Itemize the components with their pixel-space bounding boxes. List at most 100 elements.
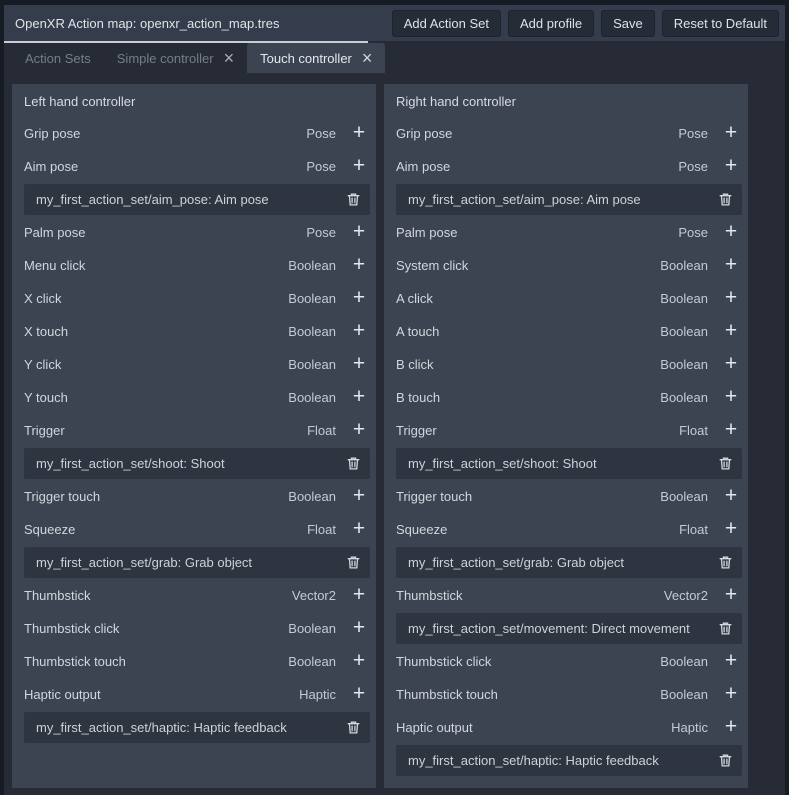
input-label: Squeeze	[384, 522, 679, 537]
tab-simple-controller[interactable]: Simple controller ×	[104, 43, 247, 73]
input-type: Boolean	[660, 390, 708, 405]
reset-to-default-button[interactable]: Reset to Default	[662, 10, 779, 37]
input-row: Thumbstick Vector2 +	[384, 579, 748, 612]
panel-title: Left hand controller	[12, 86, 376, 117]
add-binding-button[interactable]: +	[342, 579, 376, 612]
delete-binding-button[interactable]	[336, 184, 370, 215]
openxr-action-map-editor: OpenXR Action map: openxr_action_map.tre…	[0, 0, 789, 795]
input-row: Thumbstick click Boolean +	[384, 645, 748, 678]
delete-binding-button[interactable]	[708, 745, 742, 776]
add-binding-button[interactable]: +	[714, 249, 748, 282]
close-icon[interactable]: ×	[362, 49, 373, 67]
binding-label: my_first_action_set/grab: Grab object	[396, 555, 708, 570]
input-label: Trigger touch	[12, 489, 288, 504]
add-binding-button[interactable]: +	[342, 249, 376, 282]
delete-binding-button[interactable]	[708, 613, 742, 644]
plus-icon: +	[725, 155, 737, 176]
binding-row: my_first_action_set/aim_pose: Aim pose	[24, 184, 370, 215]
add-profile-button[interactable]: Add profile	[508, 10, 594, 37]
binding-row: my_first_action_set/aim_pose: Aim pose	[396, 184, 742, 215]
input-row: Aim pose Pose +	[384, 150, 748, 183]
input-type: Boolean	[660, 324, 708, 339]
window-title: OpenXR Action map: openxr_action_map.tre…	[15, 16, 392, 31]
delete-binding-button[interactable]	[336, 712, 370, 743]
add-binding-button[interactable]: +	[342, 480, 376, 513]
add-binding-button[interactable]: +	[714, 711, 748, 744]
close-icon[interactable]: ×	[224, 49, 235, 67]
add-binding-button[interactable]: +	[714, 348, 748, 381]
input-row: Trigger touch Boolean +	[12, 480, 376, 513]
input-row: A touch Boolean +	[384, 315, 748, 348]
add-binding-button[interactable]: +	[342, 645, 376, 678]
plus-icon: +	[725, 518, 737, 539]
plus-icon: +	[353, 650, 365, 671]
plus-icon: +	[725, 221, 737, 242]
binding-row: my_first_action_set/shoot: Shoot	[396, 448, 742, 479]
input-label: Y touch	[12, 390, 288, 405]
plus-icon: +	[353, 287, 365, 308]
plus-icon: +	[353, 518, 365, 539]
input-row: Trigger touch Boolean +	[384, 480, 748, 513]
delete-binding-button[interactable]	[336, 448, 370, 479]
add-binding-button[interactable]: +	[714, 117, 748, 150]
input-row: Y click Boolean +	[12, 348, 376, 381]
binding-label: my_first_action_set/haptic: Haptic feedb…	[24, 720, 336, 735]
input-row: Aim pose Pose +	[12, 150, 376, 183]
input-type: Boolean	[288, 489, 336, 504]
add-binding-button[interactable]: +	[342, 282, 376, 315]
add-binding-button[interactable]: +	[342, 348, 376, 381]
tab-action-sets[interactable]: Action Sets	[12, 43, 104, 73]
plus-icon: +	[725, 683, 737, 704]
input-label: B click	[384, 357, 660, 372]
plus-icon: +	[725, 122, 737, 143]
input-label: System click	[384, 258, 660, 273]
trash-icon	[718, 555, 733, 570]
add-binding-button[interactable]: +	[714, 216, 748, 249]
tab-touch-controller[interactable]: Touch controller ×	[247, 43, 385, 73]
add-binding-button[interactable]: +	[342, 381, 376, 414]
add-binding-button[interactable]: +	[342, 513, 376, 546]
input-row: Squeeze Float +	[12, 513, 376, 546]
add-binding-button[interactable]: +	[714, 579, 748, 612]
plus-icon: +	[353, 122, 365, 143]
delete-binding-button[interactable]	[708, 547, 742, 578]
add-binding-button[interactable]: +	[714, 414, 748, 447]
input-row: X touch Boolean +	[12, 315, 376, 348]
add-binding-button[interactable]: +	[714, 150, 748, 183]
input-row: Thumbstick touch Boolean +	[12, 645, 376, 678]
add-binding-button[interactable]: +	[342, 216, 376, 249]
add-binding-button[interactable]: +	[714, 282, 748, 315]
input-type: Boolean	[660, 687, 708, 702]
add-binding-button[interactable]: +	[342, 150, 376, 183]
add-binding-button[interactable]: +	[714, 645, 748, 678]
input-label: Aim pose	[12, 159, 306, 174]
binding-label: my_first_action_set/grab: Grab object	[24, 555, 336, 570]
delete-binding-button[interactable]	[708, 448, 742, 479]
input-label: A touch	[384, 324, 660, 339]
add-binding-button[interactable]: +	[714, 513, 748, 546]
add-binding-button[interactable]: +	[342, 414, 376, 447]
plus-icon: +	[725, 386, 737, 407]
delete-binding-button[interactable]	[336, 547, 370, 578]
input-type: Boolean	[288, 258, 336, 273]
input-row: Thumbstick Vector2 +	[12, 579, 376, 612]
add-binding-button[interactable]: +	[714, 381, 748, 414]
add-binding-button[interactable]: +	[714, 480, 748, 513]
tab-bar: Action Sets Simple controller × Touch co…	[4, 43, 785, 73]
input-row: Haptic output Haptic +	[384, 711, 748, 744]
save-button[interactable]: Save	[601, 10, 655, 37]
add-binding-button[interactable]: +	[342, 315, 376, 348]
input-type: Vector2	[292, 588, 336, 603]
add-action-set-button[interactable]: Add Action Set	[392, 10, 501, 37]
add-binding-button[interactable]: +	[342, 117, 376, 150]
input-label: Aim pose	[384, 159, 678, 174]
delete-binding-button[interactable]	[708, 184, 742, 215]
input-type: Float	[679, 423, 708, 438]
input-type: Boolean	[288, 654, 336, 669]
add-binding-button[interactable]: +	[714, 678, 748, 711]
add-binding-button[interactable]: +	[342, 612, 376, 645]
add-binding-button[interactable]: +	[714, 315, 748, 348]
add-binding-button[interactable]: +	[342, 678, 376, 711]
input-row: System click Boolean +	[384, 249, 748, 282]
plus-icon: +	[725, 716, 737, 737]
